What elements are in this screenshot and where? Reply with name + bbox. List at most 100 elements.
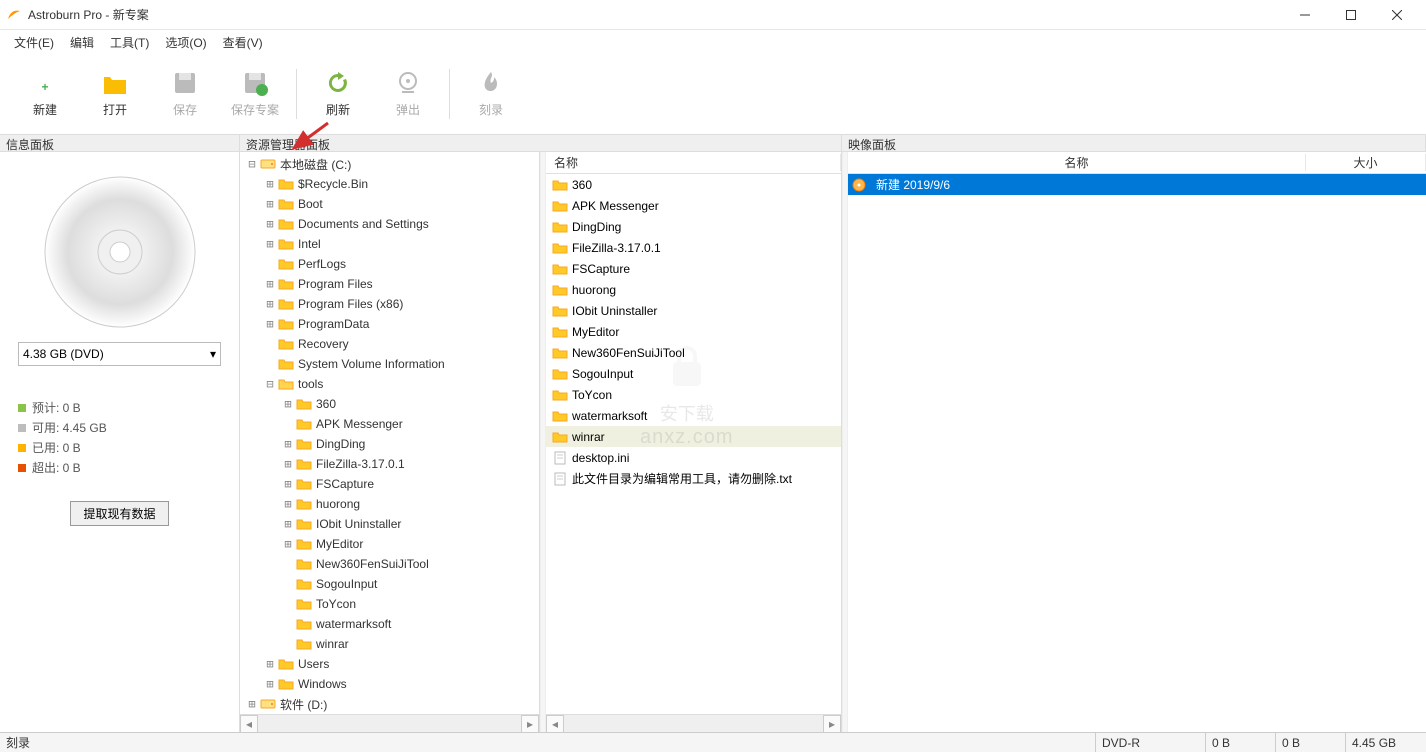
file-list[interactable]: 360APK MessengerDingDingFileZilla-3.17.0… <box>546 174 841 714</box>
file-row[interactable]: New360FenSuiJiTool <box>546 342 841 363</box>
tree-item[interactable]: ⊞Boot <box>240 194 539 214</box>
toolbtn-new[interactable]: +新建 <box>10 60 80 128</box>
tree-item[interactable]: ⊞Documents and Settings <box>240 214 539 234</box>
tree-item[interactable]: Recovery <box>240 334 539 354</box>
toolbtn-save-project[interactable]: 保存专案 <box>220 60 290 128</box>
menu-2[interactable]: 工具(T) <box>102 32 157 53</box>
menu-0[interactable]: 文件(E) <box>6 32 62 53</box>
expand-icon[interactable]: ⊟ <box>264 377 276 391</box>
scroll-right-icon[interactable]: ▸ <box>521 715 539 733</box>
expand-icon[interactable] <box>282 617 294 631</box>
tree-item[interactable]: ⊞Program Files (x86) <box>240 294 539 314</box>
col-size[interactable]: 大小 <box>1306 154 1426 171</box>
expand-icon[interactable]: ⊞ <box>246 697 258 711</box>
expand-icon[interactable]: ⊞ <box>282 537 294 551</box>
file-row[interactable]: watermarksoft <box>546 405 841 426</box>
file-row[interactable]: desktop.ini <box>546 447 841 468</box>
file-row[interactable]: huorong <box>546 279 841 300</box>
tree-item[interactable]: ⊞Intel <box>240 234 539 254</box>
file-row[interactable]: DingDing <box>546 216 841 237</box>
expand-icon[interactable]: ⊞ <box>264 277 276 291</box>
menu-1[interactable]: 编辑 <box>62 32 102 53</box>
tree-item[interactable]: ⊞huorong <box>240 494 539 514</box>
expand-icon[interactable] <box>282 557 294 571</box>
tree-item[interactable]: SogouInput <box>240 574 539 594</box>
expand-icon[interactable] <box>282 417 294 431</box>
tree-item[interactable]: ⊞$Recycle.Bin <box>240 174 539 194</box>
file-row[interactable]: FileZilla-3.17.0.1 <box>546 237 841 258</box>
file-column-header[interactable]: 名称 <box>546 152 841 174</box>
toolbtn-refresh[interactable]: 刷新 <box>303 60 373 128</box>
expand-icon[interactable] <box>264 337 276 351</box>
tree-item[interactable]: ⊞ProgramData <box>240 314 539 334</box>
expand-icon[interactable] <box>282 637 294 651</box>
expand-icon[interactable]: ⊞ <box>264 677 276 691</box>
tree-item[interactable]: ⊞360 <box>240 394 539 414</box>
file-row[interactable]: APK Messenger <box>546 195 841 216</box>
image-column-header[interactable]: 名称 大小 <box>848 152 1426 174</box>
tree-item[interactable]: ⊞FileZilla-3.17.0.1 <box>240 454 539 474</box>
expand-icon[interactable] <box>282 597 294 611</box>
tree-item[interactable]: ⊞FSCapture <box>240 474 539 494</box>
toolbtn-eject[interactable]: 弹出 <box>373 60 443 128</box>
tree-item[interactable]: ToYcon <box>240 594 539 614</box>
tree-item[interactable]: ⊟本地磁盘 (C:) <box>240 154 539 174</box>
scroll-left-icon[interactable]: ◂ <box>546 715 564 733</box>
expand-icon[interactable]: ⊞ <box>264 237 276 251</box>
menu-4[interactable]: 查看(V) <box>215 32 271 53</box>
expand-icon[interactable]: ⊞ <box>264 657 276 671</box>
file-row[interactable]: MyEditor <box>546 321 841 342</box>
tree-hscrollbar[interactable]: ◂ ▸ <box>240 714 539 732</box>
tree-item[interactable]: ⊞Windows <box>240 674 539 694</box>
tree-item[interactable]: ⊞MyEditor <box>240 534 539 554</box>
expand-icon[interactable]: ⊞ <box>264 317 276 331</box>
tree-item[interactable]: ⊞IObit Uninstaller <box>240 514 539 534</box>
menu-3[interactable]: 选项(O) <box>157 32 214 53</box>
tree-item[interactable]: ⊞软件 (D:) <box>240 694 539 714</box>
tree-item[interactable]: ⊞DingDing <box>240 434 539 454</box>
extract-data-button[interactable]: 提取现有数据 <box>70 501 168 526</box>
folder-tree[interactable]: ⊟本地磁盘 (C:)⊞$Recycle.Bin⊞Boot⊞Documents a… <box>240 152 539 714</box>
file-row[interactable]: 此文件目录为编辑常用工具，请勿删除.txt <box>546 468 841 489</box>
expand-icon[interactable]: ⊞ <box>282 497 294 511</box>
file-row[interactable]: IObit Uninstaller <box>546 300 841 321</box>
col-name[interactable]: 名称 <box>546 154 841 171</box>
file-hscrollbar[interactable]: ◂ ▸ <box>546 714 841 732</box>
expand-icon[interactable]: ⊞ <box>282 457 294 471</box>
file-row[interactable]: winrar <box>546 426 841 447</box>
tree-item[interactable]: winrar <box>240 634 539 654</box>
image-list[interactable]: 新建 2019/9/6 <box>848 174 1426 732</box>
expand-icon[interactable]: ⊞ <box>264 177 276 191</box>
file-row[interactable]: SogouInput <box>546 363 841 384</box>
tree-item[interactable]: New360FenSuiJiTool <box>240 554 539 574</box>
expand-icon[interactable] <box>264 257 276 271</box>
minimize-button[interactable] <box>1282 0 1328 30</box>
expand-icon[interactable]: ⊞ <box>282 437 294 451</box>
close-button[interactable] <box>1374 0 1420 30</box>
tree-item[interactable]: APK Messenger <box>240 414 539 434</box>
image-row[interactable]: 新建 2019/9/6 <box>848 174 1426 195</box>
file-row[interactable]: FSCapture <box>546 258 841 279</box>
scroll-left-icon[interactable]: ◂ <box>240 715 258 733</box>
tree-item[interactable]: System Volume Information <box>240 354 539 374</box>
expand-icon[interactable]: ⊞ <box>264 197 276 211</box>
file-row[interactable]: ToYcon <box>546 384 841 405</box>
expand-icon[interactable] <box>282 577 294 591</box>
toolbtn-open[interactable]: 打开 <box>80 60 150 128</box>
tree-item[interactable]: PerfLogs <box>240 254 539 274</box>
expand-icon[interactable] <box>264 357 276 371</box>
scroll-right-icon[interactable]: ▸ <box>823 715 841 733</box>
toolbtn-burn[interactable]: 刻录 <box>456 60 526 128</box>
tree-item[interactable]: ⊟tools <box>240 374 539 394</box>
maximize-button[interactable] <box>1328 0 1374 30</box>
file-row[interactable]: 360 <box>546 174 841 195</box>
tree-item[interactable]: watermarksoft <box>240 614 539 634</box>
tree-item[interactable]: ⊞Users <box>240 654 539 674</box>
toolbtn-save[interactable]: 保存 <box>150 60 220 128</box>
expand-icon[interactable]: ⊞ <box>264 297 276 311</box>
disc-size-select[interactable]: 4.38 GB (DVD) ▾ <box>18 342 221 366</box>
tree-item[interactable]: ⊞Program Files <box>240 274 539 294</box>
expand-icon[interactable]: ⊞ <box>282 397 294 411</box>
expand-icon[interactable]: ⊞ <box>282 517 294 531</box>
expand-icon[interactable]: ⊞ <box>264 217 276 231</box>
